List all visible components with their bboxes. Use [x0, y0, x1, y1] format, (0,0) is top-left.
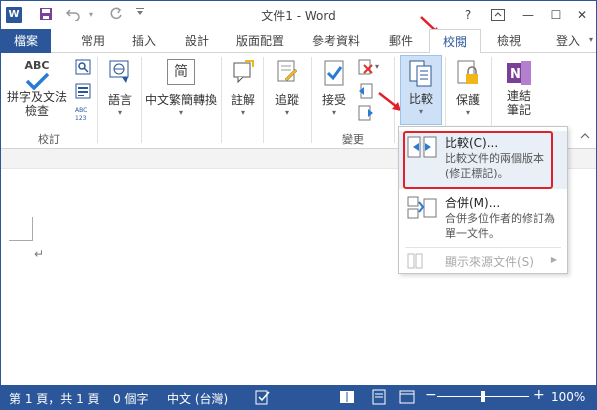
highlight-box	[403, 131, 553, 189]
chinese-conversion-label: 中文繁簡轉換	[144, 93, 217, 107]
accept-label: 接受	[321, 93, 346, 107]
title-bar: W ▾ 文件1 - Word ? — ☐ ✕	[1, 1, 596, 35]
menu-divider	[405, 247, 561, 248]
sign-in-link[interactable]: 登入	[556, 29, 580, 53]
combine-menu-title: 合併(M)...	[445, 196, 501, 210]
protect-label: 保護	[455, 93, 480, 107]
signin-dropdown-icon[interactable]: ▾	[589, 35, 593, 44]
compare-label: 比較	[408, 92, 433, 106]
paragraph-mark: ↵	[34, 247, 45, 261]
research-icon[interactable]	[75, 59, 91, 75]
tab-view[interactable]: 檢視	[489, 29, 529, 53]
page-count[interactable]: 第 1 頁，共 1 頁	[9, 390, 100, 407]
chinese-conversion-button[interactable]: 简 中文繁簡轉換 ▾	[143, 59, 219, 117]
help-button[interactable]: ?	[457, 5, 479, 25]
reject-dropdown-icon[interactable]: ▾	[375, 62, 379, 71]
collapse-ribbon-icon[interactable]	[580, 133, 590, 139]
tab-home[interactable]: 常用	[73, 29, 113, 53]
group-label-proofing: 校訂	[38, 133, 60, 146]
thesaurus-icon[interactable]	[75, 83, 91, 99]
language-icon	[109, 60, 129, 83]
read-mode-icon[interactable]	[339, 389, 355, 405]
compare-button[interactable]: 比較 ▾	[400, 55, 442, 125]
track-changes-icon	[277, 60, 298, 82]
group-divider	[141, 57, 142, 143]
group-label-changes: 變更	[342, 133, 364, 146]
tab-review[interactable]: 校閱	[429, 29, 481, 54]
tab-file[interactable]: 檔案	[1, 29, 51, 53]
word-count-icon[interactable]: ABC 123	[75, 105, 91, 121]
zoom-slider-thumb[interactable]	[481, 391, 485, 402]
comment-icon	[233, 60, 254, 84]
protect-dropdown-icon: ▾	[465, 108, 470, 117]
language-label: 語言	[107, 93, 132, 107]
reject-icon[interactable]	[358, 59, 374, 75]
spelling-label-2: 檢查	[24, 104, 49, 118]
onenote-icon: N	[507, 61, 531, 85]
margin-marker	[9, 217, 33, 241]
zoom-level[interactable]: 100%	[551, 390, 585, 404]
word-count[interactable]: 0 個字	[113, 390, 148, 407]
abc-label: ABC	[24, 59, 50, 72]
group-divider	[97, 57, 98, 143]
tracking-dropdown-icon: ▾	[284, 108, 289, 117]
group-divider	[221, 57, 222, 143]
tab-mailings[interactable]: 郵件	[381, 29, 421, 53]
accept-button[interactable]: 接受 ▾	[315, 59, 353, 117]
comments-label: 註解	[230, 93, 255, 107]
submenu-arrow-icon: ▶	[550, 255, 557, 264]
svg-text:123: 123	[75, 115, 87, 121]
language-dropdown-icon: ▾	[117, 108, 122, 117]
comments-button[interactable]: 註解 ▾	[225, 59, 261, 117]
zoom-in-button[interactable]: +	[533, 387, 545, 403]
ribbon-display-options-button[interactable]	[487, 5, 509, 25]
group-divider	[263, 57, 264, 143]
minimize-button[interactable]: —	[517, 5, 539, 25]
accept-icon	[324, 60, 344, 86]
status-bar: 第 1 頁，共 1 頁 0 個字 中文 (台灣) − + 100%	[1, 385, 596, 409]
group-divider	[311, 57, 312, 143]
combine-menu-desc: 合併多位作者的修訂為單一文件。	[445, 212, 555, 240]
chinese-conversion-dropdown-icon: ▾	[178, 108, 183, 117]
tab-insert[interactable]: 插入	[124, 29, 164, 53]
lock-icon	[457, 60, 478, 84]
print-layout-icon[interactable]	[371, 389, 387, 405]
svg-text:N: N	[510, 67, 521, 82]
svg-text:ABC: ABC	[75, 107, 87, 114]
maximize-button[interactable]: ☐	[545, 5, 567, 25]
web-layout-icon[interactable]	[399, 389, 415, 405]
next-change-icon[interactable]	[358, 105, 374, 121]
language-status[interactable]: 中文 (台灣)	[167, 390, 228, 407]
show-source-icon	[407, 253, 423, 269]
tab-design[interactable]: 設計	[177, 29, 217, 53]
language-button[interactable]: 語言 ▾	[101, 59, 139, 117]
menu-item-combine[interactable]: 合併(M)... 合併多位作者的修訂為單一文件。	[399, 191, 567, 245]
combine-doc-icon	[407, 196, 437, 219]
compare-icon	[409, 60, 432, 87]
close-button[interactable]: ✕	[571, 5, 593, 25]
tab-layout[interactable]: 版面配置	[229, 29, 291, 53]
tracking-label: 追蹤	[274, 93, 299, 107]
ribbon-tabs: 檔案 常用 插入 設計 版面配置 參考資料 郵件 校閱 檢視 登入 ▾	[1, 29, 596, 54]
accept-dropdown-icon: ▾	[331, 108, 336, 117]
spelling-label-1: 拼字及文法	[6, 90, 67, 104]
spelling-grammar-button[interactable]: ABC 拼字及文法 檢查	[5, 59, 69, 118]
protect-button[interactable]: 保護 ▾	[449, 59, 487, 117]
linked-notes-label-1: 連結	[506, 89, 531, 103]
comments-dropdown-icon: ▾	[240, 108, 245, 117]
proofing-status-icon[interactable]	[255, 389, 271, 405]
zoom-out-button[interactable]: −	[425, 387, 437, 403]
linked-notes-label-2: 筆記	[506, 103, 531, 117]
checkmark-icon	[25, 72, 50, 90]
linked-notes-button[interactable]: N 連結 筆記	[497, 59, 541, 117]
chinese-conversion-icon: 简	[167, 59, 195, 85]
tracking-button[interactable]: 追蹤 ▾	[267, 59, 307, 117]
word-window: W ▾ 文件1 - Word ? — ☐ ✕ 檔案 常用 插入 設計 版面配置 …	[0, 0, 597, 410]
tab-references[interactable]: 參考資料	[305, 29, 367, 53]
compare-dropdown-icon: ▾	[418, 107, 423, 116]
previous-change-icon[interactable]	[358, 83, 374, 99]
show-source-label: 顯示來源文件(S)	[445, 255, 534, 269]
menu-item-show-source: 顯示來源文件(S) ▶	[399, 251, 567, 271]
